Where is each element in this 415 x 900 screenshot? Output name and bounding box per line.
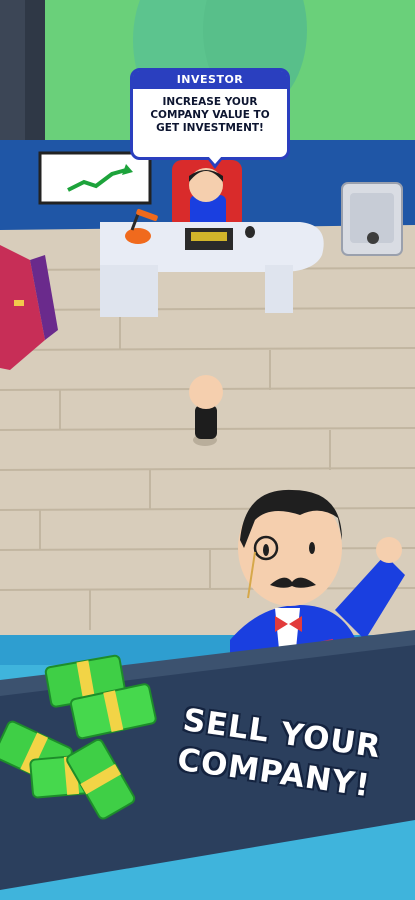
growth-chart-icon	[38, 151, 152, 205]
investor-message-line: INCREASE YOUR	[162, 96, 258, 108]
investor-speech-bubble: INVESTOR INCREASE YOUR COMPANY VALUE TO …	[130, 68, 290, 169]
bubble-tail-inner	[208, 156, 222, 164]
investor-character	[189, 168, 226, 227]
left-pillar	[0, 0, 25, 140]
left-pillar-shade	[25, 0, 45, 140]
investor-message-line: COMPANY VALUE TO	[150, 109, 270, 121]
investor-message: INCREASE YOUR COMPANY VALUE TO GET INVES…	[133, 89, 287, 135]
safe-icon	[341, 182, 403, 256]
investor-label: INVESTOR	[133, 71, 287, 89]
investor-message-line: GET INVESTMENT!	[156, 122, 264, 134]
